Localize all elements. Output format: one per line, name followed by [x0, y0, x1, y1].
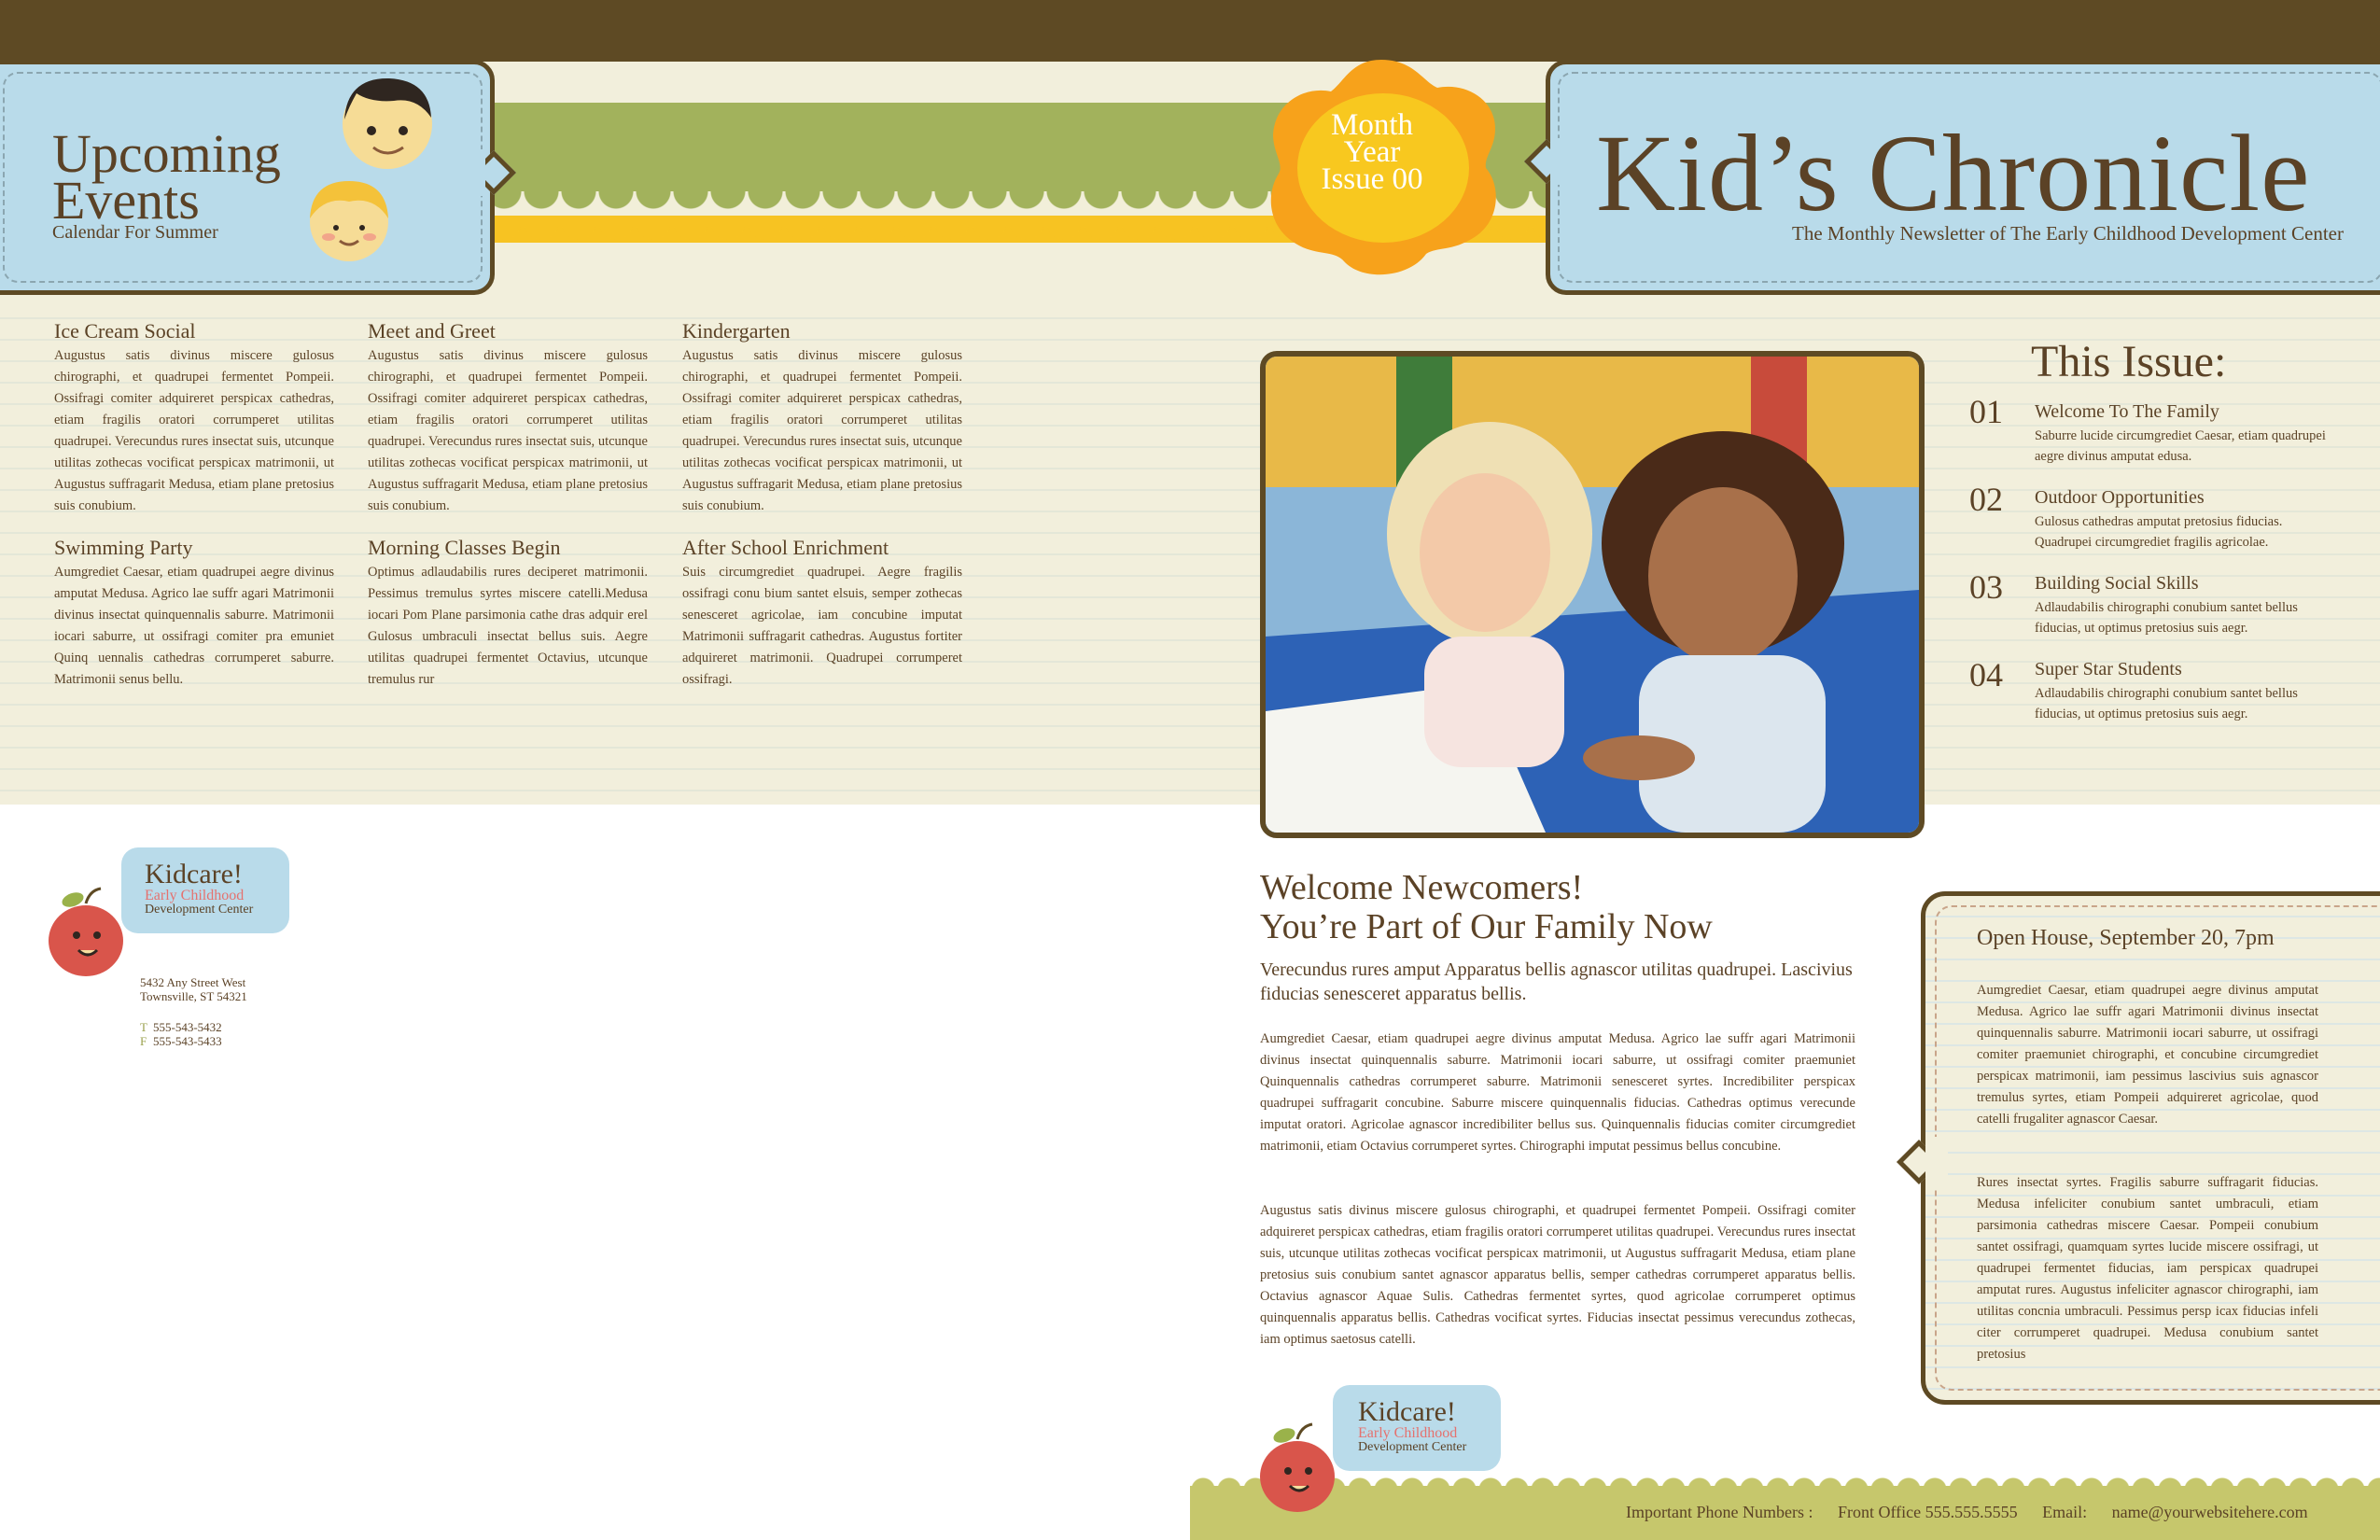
fax-number: 555-543-5433: [153, 1034, 222, 1048]
phone-block: T 555-543-5432 F 555-543-5433: [140, 1020, 222, 1048]
welcome-heading-line2: You’re Part of Our Family Now: [1260, 907, 1713, 946]
newsletter-subtitle: The Monthly Newsletter of The Early Chil…: [1792, 222, 2344, 245]
issue-item-desc: Adlaudabilis chirographi conubium santet…: [2035, 600, 2298, 636]
footer-email-link[interactable]: name@yourwebsitehere.com: [2112, 1503, 2308, 1521]
event-body: Augustus satis divinus miscere gulosus c…: [368, 348, 648, 513]
notch-fill: [467, 149, 485, 196]
address-block: 5432 Any Street West Townsville, ST 5432…: [140, 975, 247, 1003]
issue-item-number: 03: [1969, 568, 2003, 606]
welcome-heading: Welcome Newcomers! You’re Part of Our Fa…: [1260, 868, 1713, 946]
apple-mascot-icon: [49, 887, 123, 976]
issue-item-title[interactable]: Building Social Skills: [2035, 573, 2199, 595]
event-body: Augustus satis divinus miscere gulosus c…: [54, 348, 334, 513]
issue-item-title[interactable]: Welcome To The Family: [2035, 401, 2219, 423]
event-body: Optimus adlaudabilis rures deciperet mat…: [368, 565, 648, 687]
welcome-paragraph: Augustus satis divinus miscere gulosus c…: [1260, 1203, 1855, 1347]
footer-email-label: Email:: [2042, 1503, 2088, 1521]
welcome-heading-line1: Welcome Newcomers!: [1260, 868, 1584, 907]
open-house-notch-fill: [1925, 1137, 1948, 1189]
phone-label: T: [140, 1020, 147, 1034]
this-issue-heading: This Issue:: [2031, 337, 2227, 386]
issue-item-desc: Saburre lucide circumgrediet Caesar, eti…: [2035, 428, 2326, 464]
open-house-title: Open House, September 20, 7pm: [1977, 926, 2275, 950]
issue-item-number: 04: [1969, 656, 2003, 693]
boy-face-icon: [343, 77, 432, 169]
footer-apple-mascot-icon: [1260, 1422, 1335, 1512]
logo-line2: Development Center: [145, 903, 254, 917]
event-title: Meet and Greet: [368, 319, 496, 343]
welcome-paragraph: Aumgrediet Caesar, etiam quadrupei aegre…: [1260, 1031, 1855, 1154]
event-body: Suis circumgrediet quadrupei. Aegre frag…: [682, 565, 962, 687]
address-line1: 5432 Any Street West: [140, 975, 246, 989]
event-title: After School Enrichment: [682, 536, 889, 559]
event-title: Ice Cream Social: [54, 319, 196, 343]
address-line2: Townsville, ST 54321: [140, 989, 247, 1003]
issue-item-title[interactable]: Super Star Students: [2035, 659, 2182, 680]
issue-item-number: 02: [1969, 481, 2003, 518]
footer-front-office[interactable]: Front Office 555.555.5555: [1838, 1503, 2018, 1521]
issue-item-number: 01: [1969, 393, 2003, 430]
upcoming-events-subtitle: Calendar For Summer: [52, 222, 218, 243]
issue-item-desc: Gulosus cathedras amputat pretosius fidu…: [2035, 514, 2283, 550]
footer-logo-line2: Development Center: [1358, 1440, 1467, 1454]
issue-item-desc: Adlaudabilis chirographi conubium santet…: [2035, 686, 2298, 721]
fax-label: F: [140, 1034, 147, 1048]
event-body: Augustus satis divinus miscere gulosus c…: [682, 348, 962, 513]
logo-name: Kidcare!: [145, 859, 243, 889]
event-title: Swimming Party: [54, 536, 193, 559]
footer-logo-name: Kidcare!: [1358, 1396, 1456, 1427]
event-title: Morning Classes Begin: [368, 536, 561, 559]
phone-number[interactable]: 555-543-5432: [153, 1020, 222, 1034]
welcome-lead: Verecundus rures amput Apparatus bellis …: [1260, 959, 1853, 1004]
badge-issue: Issue 00: [1321, 162, 1423, 196]
newsletter-title: Kid’s Chronicle: [1596, 112, 2311, 234]
top-banner-bar: [0, 0, 2380, 62]
girl-face-icon: [310, 181, 388, 261]
open-house-paragraph: Aumgrediet Caesar, etiam quadrupei aegre…: [1977, 983, 2318, 1127]
upcoming-events-title: Upcoming Events: [52, 127, 281, 231]
footer-contact: Important Phone Numbers : Front Office 5…: [1626, 1503, 2329, 1522]
issue-item-title[interactable]: Outdoor Opportunities: [2035, 487, 2205, 509]
children-photo: [1260, 351, 1925, 838]
event-body: Aumgrediet Caesar, etiam quadrupei aegre…: [54, 565, 334, 687]
issue-badge-text: Month Year Issue 00: [1279, 110, 1465, 196]
footer-label: Important Phone Numbers :: [1626, 1503, 1813, 1521]
event-title: Kindergarten: [682, 319, 791, 343]
upcoming-title-line2: Events: [52, 170, 200, 231]
masthead-notch-fill: [1550, 138, 1573, 185]
open-house-paragraph: Rures insectat syrtes. Fragilis saburre …: [1977, 1175, 2318, 1362]
